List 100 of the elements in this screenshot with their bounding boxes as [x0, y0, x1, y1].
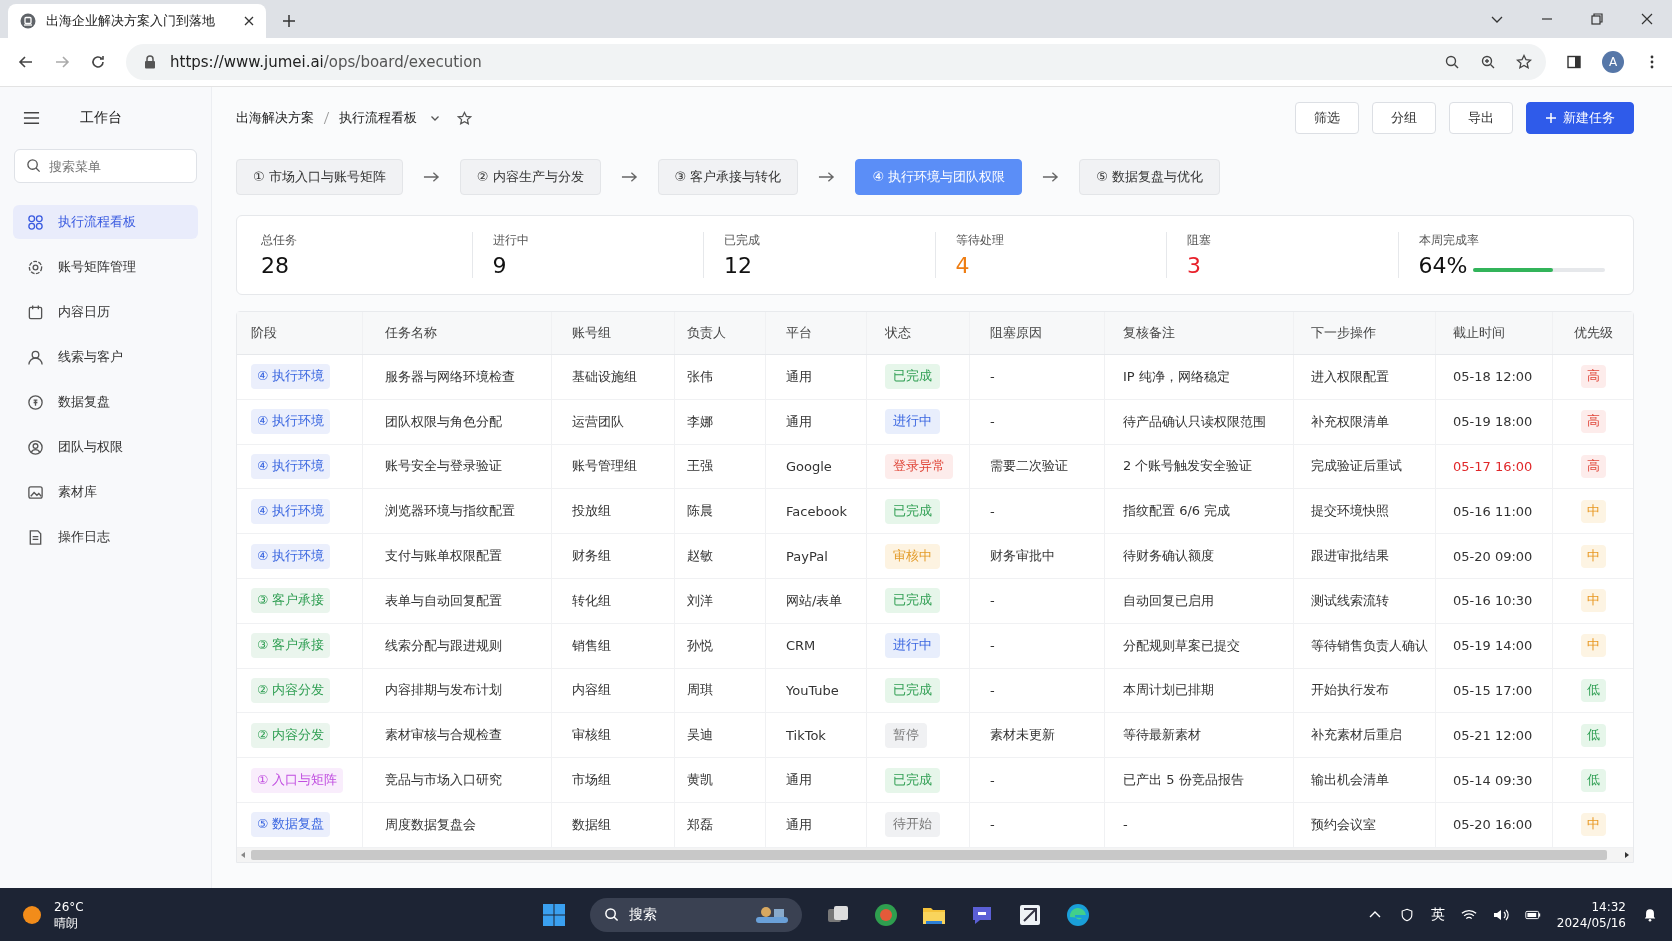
- table-cell: 指纹配置 6/6 完成: [1123, 502, 1231, 521]
- table-cell: 服务器与网络环境检查: [385, 367, 515, 386]
- sidebar-item[interactable]: 线索与客户: [13, 340, 198, 374]
- sidebar-item[interactable]: 操作日志: [13, 520, 198, 554]
- side-panel-icon[interactable]: [1566, 54, 1582, 70]
- breadcrumb-link[interactable]: 执行流程看板: [339, 109, 417, 127]
- table-cell: 张伟: [687, 367, 713, 386]
- table-cell: -: [990, 817, 995, 833]
- table-cell: 05-17 16:00: [1453, 459, 1533, 474]
- table-cell: 分配规则草案已提交: [1123, 636, 1240, 655]
- toolbar-button[interactable]: 筛选: [1295, 102, 1359, 134]
- table-cell: 05-16 10:30: [1453, 593, 1533, 609]
- step-tab[interactable]: ③ 客户承接与转化: [657, 159, 799, 195]
- clock-date[interactable]: 2024/05/16: [1556, 914, 1626, 931]
- column-header: 平台: [786, 324, 812, 342]
- paint-icon[interactable]: [1018, 902, 1042, 927]
- column-header: 账号组: [572, 324, 611, 342]
- scroll-left-icon[interactable]: [239, 850, 247, 859]
- menu-icon[interactable]: [23, 111, 40, 125]
- zoom-icon[interactable]: [1480, 54, 1496, 70]
- table-cell: 支付与账单权限配置: [385, 547, 502, 566]
- browser-icon[interactable]: [1066, 902, 1090, 927]
- clock-time[interactable]: 14:32: [1591, 898, 1626, 915]
- table-cell: Facebook: [786, 503, 848, 519]
- table-cell: 竞品与市场入口研究: [385, 771, 502, 790]
- stage-tag: ⑤ 数据复盘: [251, 812, 331, 838]
- table-cell: -: [990, 593, 995, 609]
- table-cell: 通用: [786, 771, 812, 790]
- restore-icon[interactable]: [1590, 12, 1604, 26]
- step-tab[interactable]: ② 内容生产与分发: [459, 159, 601, 195]
- table-cell: 刘洋: [687, 591, 713, 610]
- table-cell: -: [1123, 817, 1128, 833]
- table-cell: 05-20 09:00: [1453, 548, 1533, 564]
- table-cell: 孙悦: [687, 636, 713, 655]
- search-icon: [26, 158, 41, 173]
- breadcrumb-link[interactable]: 出海解决方案: [236, 109, 314, 127]
- back-icon[interactable]: [18, 54, 34, 70]
- app-icon[interactable]: [874, 902, 898, 927]
- stage-tag: ④ 执行环境: [251, 454, 331, 479]
- plus-icon: [1545, 112, 1557, 124]
- status-tag: 进行中: [885, 633, 940, 659]
- stat-label: 本周完成率: [1418, 232, 1480, 249]
- table-cell: 05-20 16:00: [1453, 817, 1533, 833]
- table-cell: 黄凯: [687, 771, 713, 790]
- status-tag: 登录异常: [885, 454, 953, 479]
- taskbar-search[interactable]: 搜索: [590, 897, 802, 932]
- status-tag: 已完成: [885, 767, 940, 793]
- search-icon[interactable]: [1444, 54, 1460, 70]
- reload-icon[interactable]: [90, 54, 106, 70]
- sidebar-item[interactable]: 执行流程看板: [13, 205, 198, 239]
- profile-avatar[interactable]: A: [1602, 51, 1624, 73]
- bell-icon[interactable]: [1642, 907, 1658, 922]
- input-method-indicator[interactable]: 英: [1430, 905, 1445, 924]
- table-cell: 已产出 5 份竞品报告: [1123, 771, 1244, 790]
- table-cell: 需要二次验证: [990, 457, 1068, 476]
- stage-tag: ② 内容分发: [251, 677, 331, 703]
- sidebar-item[interactable]: 内容日历: [13, 295, 198, 329]
- toolbar-button[interactable]: 分组: [1372, 102, 1436, 134]
- table-cell: -: [990, 414, 995, 430]
- arrow-icon: [818, 171, 836, 183]
- step-tab[interactable]: ⑤ 数据复盘与优化: [1079, 159, 1220, 195]
- table-cell: YouTube: [786, 682, 839, 698]
- temperature-text: 26°C: [54, 898, 84, 915]
- search-field[interactable]: 搜索菜单: [14, 149, 197, 183]
- table-cell: -: [990, 682, 995, 698]
- close-icon[interactable]: [244, 16, 254, 26]
- table-cell: 通用: [786, 815, 812, 834]
- browser-tab[interactable]: 出海企业解决方案入门到落地: [8, 4, 266, 38]
- table-cell: 跟进审批结果: [1311, 547, 1389, 566]
- sidebar-item[interactable]: 数据复盘: [13, 385, 198, 419]
- sidebar-item[interactable]: 账号矩阵管理: [13, 250, 198, 284]
- table-cell: 李娜: [687, 412, 713, 431]
- stat-label: 总任务: [261, 232, 298, 249]
- volume-icon[interactable]: [1492, 907, 1509, 922]
- sidebar-item[interactable]: 素材库: [13, 475, 198, 509]
- star-icon[interactable]: [457, 110, 472, 126]
- sidebar-item[interactable]: 团队与权限: [13, 430, 198, 464]
- scroll-right-icon[interactable]: [1623, 850, 1631, 859]
- windows-start-icon[interactable]: [542, 902, 566, 927]
- table-cell: 销售组: [572, 636, 611, 655]
- close-icon[interactable]: [1640, 12, 1654, 26]
- table-cell: 测试线索流转: [1311, 591, 1389, 610]
- table-cell: 转化组: [572, 591, 611, 610]
- priority-tag: 高: [1580, 365, 1606, 389]
- stat-value: 4: [955, 253, 970, 278]
- site-icon: [20, 13, 36, 29]
- priority-tag: 低: [1580, 768, 1606, 792]
- stage-tag: ④ 执行环境: [251, 498, 331, 524]
- toolbar-button[interactable]: 导出: [1449, 102, 1513, 134]
- new-task-button[interactable]: 新建任务: [1526, 102, 1634, 134]
- stage-tag: ③ 客户承接: [251, 633, 331, 659]
- stat-label: 进行中: [492, 232, 530, 249]
- star-icon[interactable]: [1516, 54, 1532, 70]
- wifi-icon[interactable]: [1460, 907, 1477, 922]
- sidebar-title: 工作台: [80, 109, 122, 127]
- grid-icon: [27, 213, 44, 231]
- address-field[interactable]: https://www.jumei.ai/ops/board/execution: [126, 44, 1546, 80]
- weather-text: 晴朗: [54, 914, 79, 931]
- step-tab[interactable]: ① 市场入口与账号矩阵: [236, 159, 403, 195]
- new-tab-icon[interactable]: [282, 14, 296, 28]
